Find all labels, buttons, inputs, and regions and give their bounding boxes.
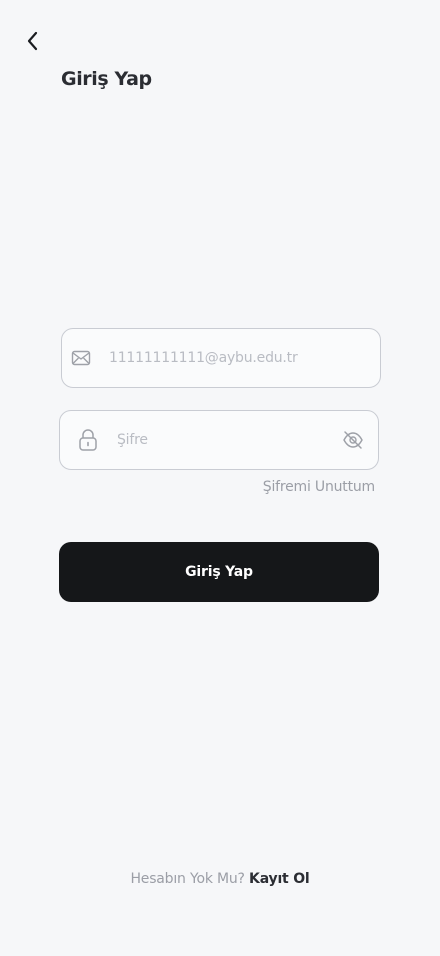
signup-link[interactable]: Kayıt Ol (249, 871, 310, 887)
login-screen: Giriş Yap Şifremi Un (0, 0, 440, 956)
mail-icon (71, 348, 91, 368)
login-button[interactable]: Giriş Yap (59, 542, 379, 602)
email-input[interactable] (109, 346, 364, 370)
chevron-left-icon (27, 31, 38, 51)
back-button[interactable] (20, 28, 46, 54)
page-title: Giriş Yap (61, 68, 152, 90)
lock-icon (78, 429, 98, 451)
password-input[interactable] (117, 428, 317, 452)
signup-prompt-text: Hesabın Yok Mu? (130, 871, 245, 887)
email-field[interactable] (61, 328, 381, 388)
forgot-password-link[interactable]: Şifremi Unuttum (263, 479, 375, 495)
password-field[interactable] (59, 410, 379, 470)
signup-prompt: Hesabın Yok Mu? Kayıt Ol (0, 871, 440, 887)
eye-off-icon[interactable] (342, 429, 364, 451)
